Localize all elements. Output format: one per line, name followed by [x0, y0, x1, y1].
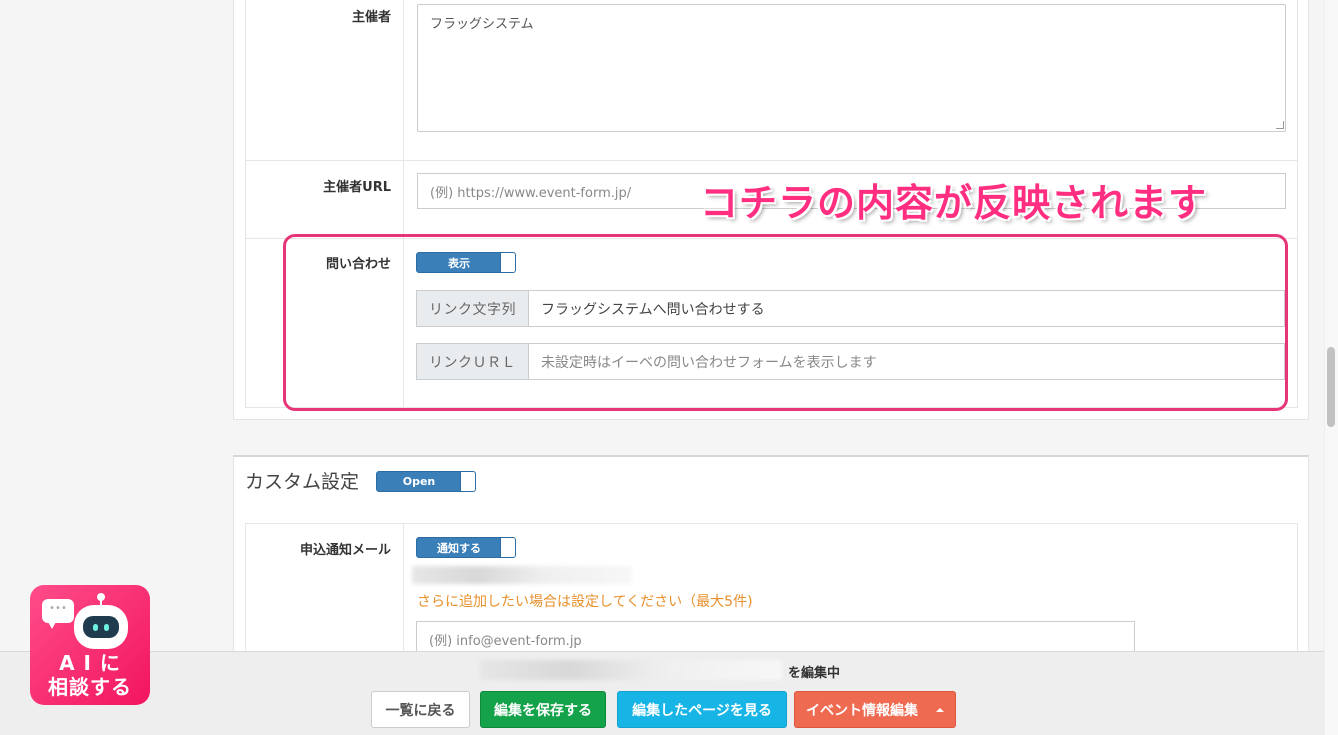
- scrollbar-thumb[interactable]: [1327, 347, 1335, 427]
- notify-mail-hint: さらに追加したい場合は設定してください（最大5件): [417, 594, 753, 610]
- back-to-list-button[interactable]: 一覧に戻る: [371, 691, 470, 728]
- editing-status: を編集中: [788, 666, 841, 681]
- custom-toggle-label: Open: [402, 475, 436, 488]
- notify-mail-label: 申込通知メール: [246, 524, 404, 659]
- annotation-highlight-box: [283, 234, 1288, 411]
- organizer-textarea[interactable]: フラッグシステム: [417, 4, 1286, 132]
- organizer-url-label: 主催者URL: [246, 161, 404, 238]
- custom-settings-toggle[interactable]: Open: [376, 471, 476, 492]
- toggle-knob: [460, 472, 475, 491]
- robot-eye-right: [104, 624, 109, 631]
- caret-up-icon: [936, 707, 944, 712]
- organizer-label: 主催者: [246, 0, 404, 160]
- robot-eye-left: [93, 624, 98, 631]
- event-info-edit-label: イベント情報編集: [806, 702, 918, 719]
- view-page-button[interactable]: 編集したページを見る: [617, 691, 787, 728]
- notify-mail-toggle[interactable]: 通知する: [416, 537, 516, 558]
- save-button[interactable]: 編集を保存する: [480, 691, 606, 728]
- robot-face: [83, 616, 119, 638]
- custom-settings-title: カスタム設定: [245, 471, 360, 493]
- ai-widget-line2: 相談する: [48, 675, 132, 699]
- redacted-event-name: [480, 660, 782, 680]
- chat-bubble-icon: •••: [42, 599, 74, 629]
- toggle-knob: [500, 538, 515, 557]
- redacted-email: [412, 566, 632, 584]
- event-info-edit-button[interactable]: イベント情報編集: [794, 691, 956, 728]
- annotation-text: コチラの内容が反映されます: [700, 181, 1208, 225]
- notify-toggle-label: 通知する: [437, 541, 481, 555]
- textarea-resize-handle[interactable]: [1276, 121, 1284, 129]
- ai-consult-widget[interactable]: ••• A I に 相談する: [30, 585, 150, 705]
- organizer-row: 主催者 フラッグシステム: [246, 0, 1297, 161]
